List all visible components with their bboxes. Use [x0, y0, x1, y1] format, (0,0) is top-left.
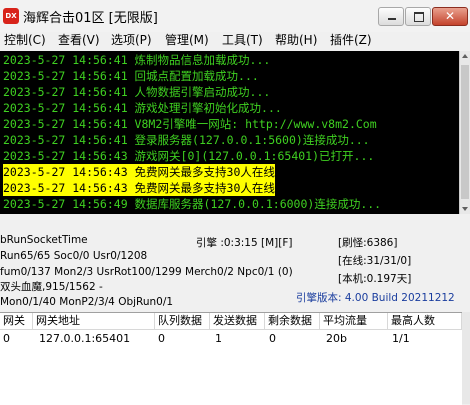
column-gateway[interactable]: 网关 [0, 313, 33, 329]
gateway-table[interactable]: 网关 网关地址 队列数据 发送数据 剩余数据 平均流量 最高人数 0 127.0… [0, 312, 462, 405]
table-header: 网关 网关地址 队列数据 发送数据 剩余数据 平均流量 最高人数 [0, 313, 462, 330]
online-count: [在线:31/31/0] [338, 255, 412, 267]
log-panel[interactable]: 2023-5-27 14:56:41 炼制物品信息加载成功... 2023-5-… [0, 51, 459, 214]
scrollbar-thumb[interactable] [461, 65, 469, 199]
log-line: 2023-5-27 14:56:41 游戏处理引擎初始化成功... [3, 101, 282, 115]
window-title: 海辉合击01区 [无限版] [23, 11, 158, 26]
cell-max-users: 1/1 [392, 332, 410, 345]
engine-version: 引擎版本: 4.00 Build 20211212 [296, 292, 455, 304]
log-line: 2023-5-27 14:56:41 登录服务器(127.0.0.1:5600)… [3, 133, 370, 147]
menu-options[interactable]: 选项(P) [111, 32, 152, 48]
local-uptime: [本机:0.197天] [338, 273, 412, 285]
menu-help[interactable]: 帮助(H) [275, 32, 317, 48]
cell-avg-traffic: 20b [326, 332, 347, 345]
minimize-icon [379, 8, 403, 25]
minimize-button[interactable] [378, 7, 404, 26]
monster-counters: Mon0/1/40 MonP2/3/4 ObjRun0/1 [0, 296, 174, 308]
menu-manage[interactable]: 管理(M) [165, 32, 209, 48]
menu-control[interactable]: 控制(C) [4, 32, 46, 48]
column-remaining-data[interactable]: 剩余数据 [265, 313, 320, 329]
cell-queue: 0 [158, 332, 165, 345]
menu-tools[interactable]: 工具(T) [222, 32, 263, 48]
log-line: 2023-5-27 14:56:41 人物数据引擎启动成功... [3, 85, 271, 99]
column-queue-data[interactable]: 队列数据 [155, 313, 210, 329]
app-icon[interactable]: DX [3, 8, 19, 24]
cell-gateway: 0 [3, 332, 10, 345]
title-bar: DX 海辉合击01区 [无限版] ✕ [0, 0, 470, 33]
refresh-monsters: [刷怪:6386] [338, 237, 398, 249]
maximize-icon [406, 8, 430, 25]
column-sent-data[interactable]: 发送数据 [210, 313, 265, 329]
log-line-highlighted: 2023-5-27 14:56:43 免费网关最多支持30人在线 [3, 180, 275, 196]
status-panel: bRunSocketTime Run65/65 Soc0/0 Usr0/1208… [0, 220, 470, 312]
log-scrollbar[interactable] [459, 51, 470, 214]
boss-status: 双头血魔,915/1562 - [0, 281, 103, 293]
maximize-button[interactable] [405, 7, 431, 26]
menu-bar: 控制(C) 查看(V) 选项(P) 管理(M) 工具(T) 帮助(H) 插件(Z… [0, 32, 470, 50]
run-counters: Run65/65 Soc0/0 Usr0/1208 [0, 250, 148, 262]
close-button[interactable]: ✕ [432, 7, 468, 26]
run-socket-time: bRunSocketTime [0, 234, 88, 246]
log-line-highlighted: 2023-5-27 14:56:43 免费网关最多支持30人在线 [3, 164, 275, 180]
scroll-down-icon[interactable] [462, 207, 468, 211]
log-line: 2023-5-27 14:56:41 炼制物品信息加载成功... [3, 53, 271, 67]
cell-sent: 1 [215, 332, 222, 345]
column-gateway-address[interactable]: 网关地址 [33, 313, 155, 329]
cell-address: 127.0.0.1:65401 [39, 332, 131, 345]
human-counters: fum0/137 Mon2/3 UsrRot100/1299 Merch0/2 … [0, 266, 293, 278]
table-scrollbar[interactable] [462, 312, 470, 404]
menu-plugins[interactable]: 插件(Z) [330, 32, 372, 48]
column-avg-traffic[interactable]: 平均流量 [320, 313, 388, 329]
log-line: 2023-5-27 14:56:41 V8M2引擎唯一网站: http://ww… [3, 117, 377, 131]
scroll-up-icon[interactable] [462, 54, 468, 58]
close-icon: ✕ [444, 9, 456, 23]
menu-view[interactable]: 查看(V) [58, 32, 100, 48]
engine-uptime: 引擎 :0:3:15 [M][F] [196, 237, 293, 249]
log-line: 2023-5-27 14:56:49 数据库服务器(127.0.0.1:6000… [3, 197, 382, 211]
cell-remaining: 0 [269, 332, 276, 345]
column-max-users[interactable]: 最高人数 [388, 313, 462, 329]
log-line: 2023-5-27 14:56:41 回城点配置加载成功... [3, 69, 259, 83]
log-line: 2023-5-27 14:56:43 游戏网关[0](127.0.0.1:654… [3, 149, 375, 163]
